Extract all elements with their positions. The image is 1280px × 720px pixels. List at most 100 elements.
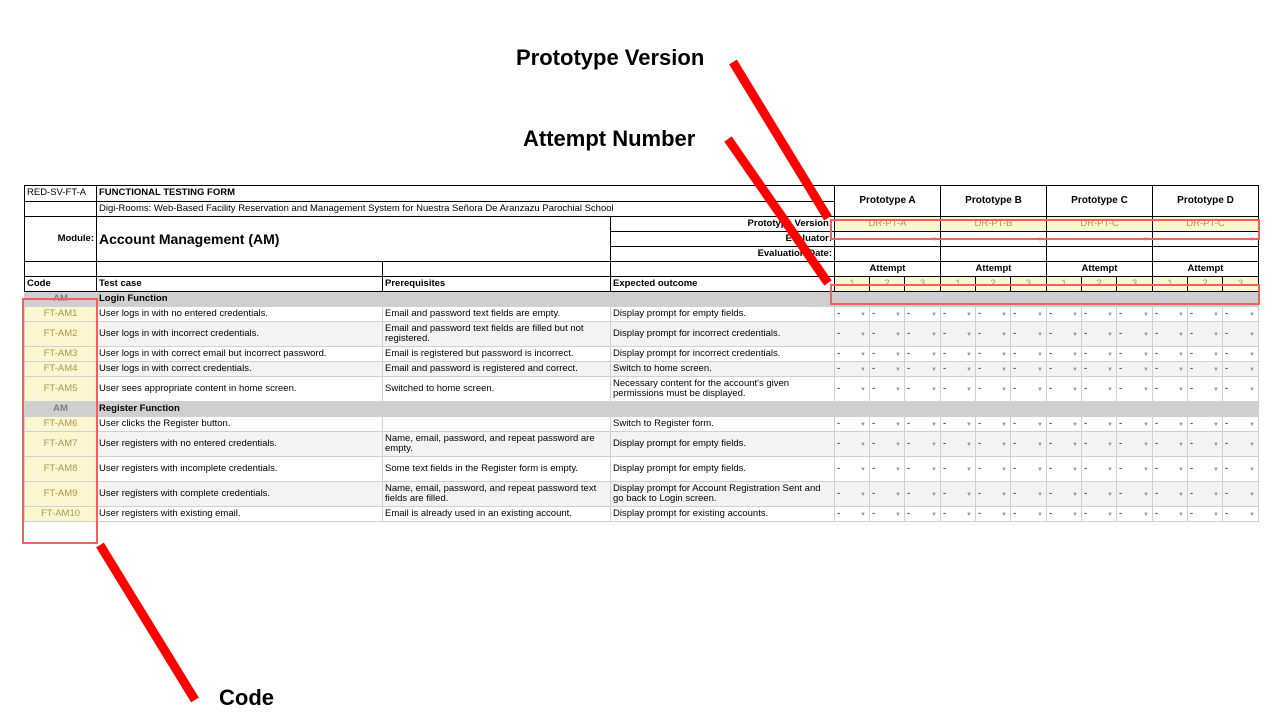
prototype-version-value[interactable]: DR-PT-B: [940, 216, 1047, 232]
attempt-result-dropdown[interactable]: - ▼: [1222, 506, 1259, 522]
attempt-result-dropdown[interactable]: - ▼: [940, 376, 976, 402]
attempt-result-dropdown[interactable]: - ▼: [1116, 306, 1153, 322]
attempt-result-dropdown[interactable]: - ▼: [1152, 416, 1188, 432]
attempt-result-dropdown[interactable]: - ▼: [1152, 506, 1188, 522]
chevron-down-icon[interactable]: ▼: [1072, 330, 1078, 340]
attempt-result-dropdown[interactable]: - ▼: [834, 321, 870, 347]
chevron-down-icon[interactable]: ▼: [1178, 420, 1184, 430]
attempt-result-dropdown[interactable]: - ▼: [975, 306, 1011, 322]
chevron-down-icon[interactable]: ▼: [1213, 465, 1219, 475]
attempt-result-dropdown[interactable]: - ▼: [940, 456, 976, 482]
attempt-result-dropdown[interactable]: - ▼: [1222, 346, 1259, 362]
chevron-down-icon[interactable]: ▼: [1037, 365, 1043, 375]
chevron-down-icon[interactable]: ▼: [1143, 420, 1149, 430]
attempt-result-dropdown[interactable]: - ▼: [1081, 346, 1117, 362]
chevron-down-icon[interactable]: ▼: [1249, 465, 1255, 475]
attempt-result-dropdown[interactable]: - ▼: [1152, 306, 1188, 322]
chevron-down-icon[interactable]: ▼: [895, 385, 901, 395]
attempt-result-dropdown[interactable]: - ▼: [834, 456, 870, 482]
chevron-down-icon[interactable]: ▼: [1001, 490, 1007, 500]
chevron-down-icon[interactable]: ▼: [860, 310, 866, 320]
chevron-down-icon[interactable]: ▼: [860, 330, 866, 340]
attempt-result-dropdown[interactable]: - ▼: [1046, 481, 1082, 507]
chevron-down-icon[interactable]: ▼: [1037, 465, 1043, 475]
prototype-version-value[interactable]: DR-PT-C: [1152, 216, 1259, 232]
attempt-result-dropdown[interactable]: - ▼: [1081, 431, 1117, 457]
attempt-result-dropdown[interactable]: - ▼: [975, 481, 1011, 507]
chevron-down-icon[interactable]: ▼: [1178, 385, 1184, 395]
evaluation-date-input[interactable]: [1046, 246, 1153, 262]
chevron-down-icon[interactable]: ▼: [931, 330, 937, 340]
attempt-result-dropdown[interactable]: - ▼: [975, 431, 1011, 457]
chevron-down-icon[interactable]: ▼: [1001, 420, 1007, 430]
attempt-result-dropdown[interactable]: - ▼: [1010, 481, 1047, 507]
attempt-result-dropdown[interactable]: - ▼: [869, 431, 905, 457]
attempt-result-dropdown[interactable]: - ▼: [1187, 346, 1223, 362]
attempt-result-dropdown[interactable]: - ▼: [869, 306, 905, 322]
attempt-result-dropdown[interactable]: - ▼: [1046, 306, 1082, 322]
chevron-down-icon[interactable]: ▼: [1072, 365, 1078, 375]
chevron-down-icon[interactable]: ▼: [1037, 420, 1043, 430]
chevron-down-icon[interactable]: ▼: [1143, 350, 1149, 360]
chevron-down-icon[interactable]: ▼: [860, 365, 866, 375]
chevron-down-icon[interactable]: ▼: [1107, 330, 1113, 340]
attempt-result-dropdown[interactable]: - ▼: [1222, 376, 1259, 402]
attempt-result-dropdown[interactable]: - ▼: [1116, 431, 1153, 457]
chevron-down-icon[interactable]: ▼: [1001, 465, 1007, 475]
chevron-down-icon[interactable]: ▼: [860, 440, 866, 450]
chevron-down-icon[interactable]: ▼: [931, 420, 937, 430]
attempt-result-dropdown[interactable]: - ▼: [1010, 321, 1047, 347]
chevron-down-icon[interactable]: ▼: [895, 310, 901, 320]
attempt-result-dropdown[interactable]: - ▼: [940, 306, 976, 322]
chevron-down-icon[interactable]: ▼: [1037, 385, 1043, 395]
chevron-down-icon[interactable]: ▼: [1072, 440, 1078, 450]
attempt-result-dropdown[interactable]: - ▼: [940, 321, 976, 347]
prototype-version-value[interactable]: DR-PT-C: [1046, 216, 1153, 232]
attempt-result-dropdown[interactable]: - ▼: [1152, 376, 1188, 402]
chevron-down-icon[interactable]: ▼: [860, 465, 866, 475]
chevron-down-icon[interactable]: ▼: [1249, 310, 1255, 320]
attempt-result-dropdown[interactable]: - ▼: [904, 306, 941, 322]
chevron-down-icon[interactable]: ▼: [931, 490, 937, 500]
chevron-down-icon[interactable]: ▼: [1213, 330, 1219, 340]
attempt-result-dropdown[interactable]: - ▼: [940, 346, 976, 362]
attempt-result-dropdown[interactable]: - ▼: [1010, 431, 1047, 457]
chevron-down-icon[interactable]: ▼: [1037, 330, 1043, 340]
chevron-down-icon[interactable]: ▼: [1001, 510, 1007, 520]
chevron-down-icon[interactable]: ▼: [860, 420, 866, 430]
chevron-down-icon[interactable]: ▼: [1143, 385, 1149, 395]
chevron-down-icon[interactable]: ▼: [895, 465, 901, 475]
attempt-result-dropdown[interactable]: - ▼: [1116, 416, 1153, 432]
chevron-down-icon[interactable]: ▼: [1037, 440, 1043, 450]
chevron-down-icon[interactable]: ▼: [1178, 465, 1184, 475]
attempt-result-dropdown[interactable]: - ▼: [904, 346, 941, 362]
chevron-down-icon[interactable]: ▼: [1037, 510, 1043, 520]
attempt-result-dropdown[interactable]: - ▼: [1046, 376, 1082, 402]
attempt-result-dropdown[interactable]: - ▼: [1222, 431, 1259, 457]
chevron-down-icon[interactable]: ▼: [1072, 510, 1078, 520]
evaluator-dropdown[interactable]: - ▼: [834, 231, 941, 247]
evaluator-dropdown[interactable]: ▼: [1152, 231, 1259, 247]
attempt-result-dropdown[interactable]: - ▼: [1081, 481, 1117, 507]
attempt-result-dropdown[interactable]: - ▼: [940, 506, 976, 522]
chevron-down-icon[interactable]: ▼: [1178, 440, 1184, 450]
chevron-down-icon[interactable]: ▼: [966, 490, 972, 500]
attempt-result-dropdown[interactable]: - ▼: [1010, 456, 1047, 482]
chevron-down-icon[interactable]: ▼: [1072, 350, 1078, 360]
evaluator-dropdown[interactable]: ▼: [1046, 231, 1153, 247]
chevron-down-icon[interactable]: ▼: [1143, 465, 1149, 475]
attempt-result-dropdown[interactable]: - ▼: [1010, 506, 1047, 522]
attempt-result-dropdown[interactable]: - ▼: [1187, 431, 1223, 457]
attempt-result-dropdown[interactable]: - ▼: [1081, 506, 1117, 522]
attempt-result-dropdown[interactable]: - ▼: [1187, 481, 1223, 507]
chevron-down-icon[interactable]: ▼: [1213, 440, 1219, 450]
chevron-down-icon[interactable]: ▼: [1072, 310, 1078, 320]
chevron-down-icon[interactable]: ▼: [966, 510, 972, 520]
chevron-down-icon[interactable]: ▼: [1143, 365, 1149, 375]
attempt-result-dropdown[interactable]: - ▼: [904, 361, 941, 377]
attempt-result-dropdown[interactable]: - ▼: [975, 416, 1011, 432]
attempt-result-dropdown[interactable]: - ▼: [1081, 456, 1117, 482]
attempt-result-dropdown[interactable]: - ▼: [975, 321, 1011, 347]
attempt-result-dropdown[interactable]: - ▼: [1152, 481, 1188, 507]
chevron-down-icon[interactable]: ▼: [1037, 350, 1043, 360]
